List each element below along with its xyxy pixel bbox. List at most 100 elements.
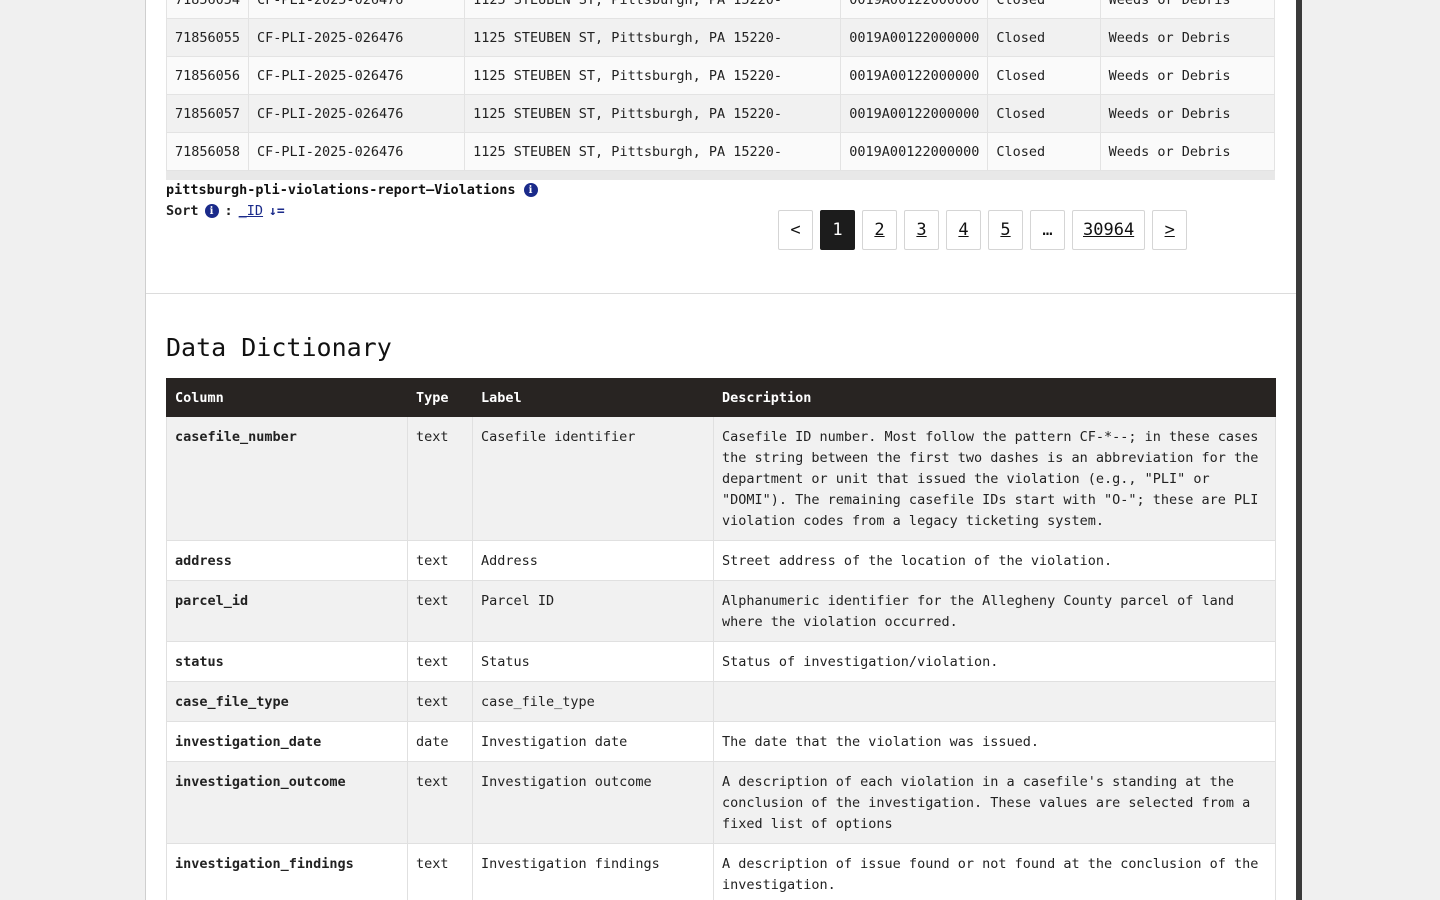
column-type-cell: text [407,641,473,682]
table-cell: CF-PLI-2025-026476 [248,56,466,95]
column-desc-cell: Status of investigation/violation. [713,641,1276,682]
sort-field-link[interactable]: _ID [239,203,263,219]
column-label-cell: Parcel ID [472,580,714,642]
column-type-cell: text [407,761,473,844]
column-desc-cell: Casefile ID number. Most follow the patt… [713,416,1276,541]
page-button-4[interactable]: 4 [946,210,981,250]
data-dictionary-table: Column Type Label Description casefile_n… [166,378,1276,900]
table-cell: 0019A00122000000 [840,0,989,19]
header-description: Description [713,378,1276,417]
column-name-cell: investigation_date [166,721,408,762]
page-content: 71856054CF-PLI-2025-0264761125 STEUBEN S… [145,0,1296,900]
column-name-cell: address [166,540,408,581]
page-button-1[interactable]: 1 [820,210,855,250]
table-cell: Weeds or Debris [1099,132,1275,171]
resource-title: pittsburgh-pli-violations-report—Violati… [166,182,538,198]
column-name-cell: investigation_outcome [166,761,408,844]
table-row: investigation_findings text Investigation … [166,843,1276,900]
column-type-cell: text [407,843,473,900]
table-row: parcel_id text Parcel ID Alphanumeric ident… [166,580,1276,642]
table-cell: Closed [987,132,1101,171]
table-cell: 0019A00122000000 [840,18,989,57]
column-desc-cell: Alphanumeric identifier for the Alleghen… [713,580,1276,642]
column-name-cell: investigation_findings [166,843,408,900]
column-label-cell: Investigation outcome [472,761,714,844]
table-cell: 1125 STEUBEN ST, Pittsburgh, PA 15220- [464,0,842,19]
next-page-button[interactable]: > [1152,210,1188,250]
table-row: status text Status Status of investigation/… [166,641,1276,682]
column-name-cell: status [166,641,408,682]
table-row: 71856057 CF-PLI-2025-026476 1125 STEUBEN S… [166,94,1275,133]
table-cell: 1125 STEUBEN ST, Pittsburgh, PA 15220- [464,18,842,57]
column-name-cell: casefile_number [166,416,408,541]
table-cell: 71856055 [166,18,250,57]
table-cell: 0019A00122000000 [840,132,989,171]
table-cell: 1125 STEUBEN ST, Pittsburgh, PA 15220- [464,132,842,171]
table-cell: 71856056 [166,56,250,95]
scrollbar[interactable] [1296,0,1302,900]
table-cell: 71856057 [166,94,250,133]
table-cell: 71856058 [166,132,250,171]
table-cell: 1125 STEUBEN ST, Pittsburgh, PA 15220- [464,56,842,95]
sort-colon: : [224,203,233,219]
table-cell: 1125 STEUBEN ST, Pittsburgh, PA 15220- [464,94,842,133]
header-label: Label [472,378,714,417]
horizontal-scrollbar[interactable] [166,171,1275,180]
table-header-row: Column Type Label Description [166,378,1276,417]
table-cell: CF-PLI-2025-026476 [248,18,466,57]
table-row: investigation_outcome text Investigation o… [166,761,1276,844]
table-row: 71856056 CF-PLI-2025-026476 1125 STEUBEN S… [166,56,1275,95]
column-desc-cell: A description of each violation in a cas… [713,761,1276,844]
table-row: investigation_date date Investigation date… [166,721,1276,762]
column-type-cell: text [407,416,473,541]
sort-label: Sort [166,203,199,219]
pagination: < 1 2 3 4 5 … 30964 > [778,210,1188,250]
pagination-ellipsis: … [1030,210,1065,250]
section-divider [146,293,1296,294]
column-type-cell: text [407,681,473,722]
sort-control: Sort i : _ID ↓= [166,203,285,219]
table-cell: Closed [987,94,1101,133]
column-name-cell: parcel_id [166,580,408,642]
column-desc-cell: Street address of the location of the vi… [713,540,1276,581]
column-type-cell: date [407,721,473,762]
table-cell: CF-PLI-2025-026476 [248,0,466,19]
column-label-cell: case_file_type [472,681,714,722]
page-button-3[interactable]: 3 [904,210,939,250]
header-column: Column [166,378,408,417]
column-label-cell: Status [472,641,714,682]
last-page-button[interactable]: 30964 [1072,210,1146,250]
table-row: address text Address Street address of the … [166,540,1276,581]
table-cell: 71856054 [166,0,250,19]
table-row: case_file_type text case_file_type [166,681,1276,722]
column-desc-cell: The date that the violation was issued. [713,721,1276,762]
column-type-cell: text [407,580,473,642]
sort-descending-icon[interactable]: ↓= [269,204,285,219]
column-desc-cell: A description of issue found or not foun… [713,843,1276,900]
table-cell: Closed [987,18,1101,57]
table-cell: Weeds or Debris [1099,94,1275,133]
table-row: casefile_number text Casefile identifier Ca… [166,416,1276,541]
info-icon[interactable]: i [204,204,219,218]
column-type-cell: text [407,540,473,581]
column-desc-cell [713,681,1276,722]
table-row: 71856054CF-PLI-2025-0264761125 STEUBEN S… [166,0,1275,19]
table-cell: Weeds or Debris [1099,0,1275,19]
prev-page-button[interactable]: < [778,210,813,250]
table-row: 71856058 CF-PLI-2025-026476 1125 STEUBEN S… [166,132,1275,171]
table-cell: Weeds or Debris [1099,56,1275,95]
column-label-cell: Casefile identifier [472,416,714,541]
column-label-cell: Investigation findings [472,843,714,900]
page-button-5[interactable]: 5 [988,210,1023,250]
table-cell: Closed [987,56,1101,95]
header-type: Type [407,378,473,417]
info-icon[interactable]: i [523,183,538,197]
data-dictionary-title: Data Dictionary [166,333,392,362]
table-cell: Closed [987,0,1101,19]
column-label-cell: Investigation date [472,721,714,762]
table-cell: CF-PLI-2025-026476 [248,94,466,133]
table-row: 71856055 CF-PLI-2025-026476 1125 STEUBEN S… [166,18,1275,57]
column-label-cell: Address [472,540,714,581]
table-cell: 0019A00122000000 [840,56,989,95]
page-button-2[interactable]: 2 [862,210,897,250]
